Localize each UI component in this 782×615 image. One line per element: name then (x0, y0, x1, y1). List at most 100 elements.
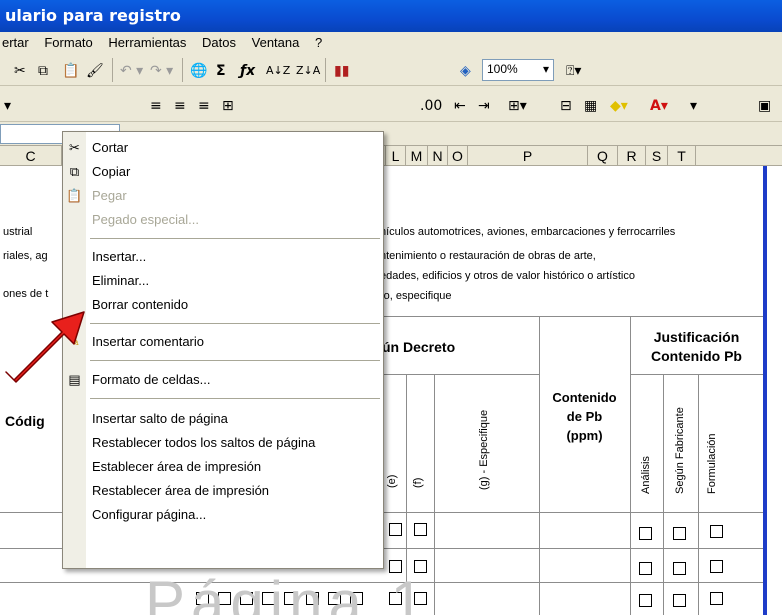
align-left-icon[interactable]: ≡ (150, 96, 162, 116)
col-header-q[interactable]: Q (588, 146, 618, 166)
paste-icon[interactable]: 📋 (62, 61, 79, 81)
menu-item-pegado-especial: Pegado especial... (63, 208, 383, 232)
checkbox[interactable] (414, 523, 427, 536)
menu-item-insertar-salto[interactable]: Insertar salto de página (63, 407, 383, 431)
menu-item-label: Formato de celdas... (92, 372, 211, 387)
menu-item-cortar[interactable]: ✂ Cortar (63, 136, 383, 160)
col-header-n[interactable]: N (428, 146, 448, 166)
grid-line (384, 374, 539, 375)
zoom-value: 100% (487, 62, 518, 76)
increase-decimal-icon[interactable]: .00 (420, 96, 442, 116)
col-header-o[interactable]: O (448, 146, 468, 166)
font-color-icon[interactable]: A▾ (650, 96, 668, 116)
hyperlink-icon[interactable]: 🌐 (190, 61, 207, 81)
sheet-text: ustrial (3, 226, 33, 238)
menu-item-label: Pegar (92, 188, 127, 203)
checkbox[interactable] (639, 527, 652, 540)
chart-wizard-icon[interactable]: ▮▮ (334, 61, 349, 81)
menu-item-label: Copiar (92, 164, 131, 179)
format-painter-icon[interactable]: 🖌 (86, 61, 104, 81)
justificacion-header: Justificación Contenido Pb (651, 329, 742, 364)
merge-cells-icon[interactable]: ⊞ (222, 96, 234, 116)
scissors-icon: ✂ (69, 140, 80, 155)
menu-datos[interactable]: Datos (202, 35, 236, 50)
fill-color-icon[interactable]: ◆▾ (610, 96, 628, 116)
decrease-indent-icon[interactable]: ⇤ (454, 96, 466, 116)
col-segun-fabricante-label: Según Fabricante (674, 407, 686, 494)
col-header-c[interactable]: C (0, 146, 62, 166)
menu-item-borrar-contenido[interactable]: Borrar contenido (63, 293, 383, 317)
col-header-r[interactable]: R (618, 146, 646, 166)
copy-icon[interactable]: ⧉ (38, 61, 48, 81)
col-header-m[interactable]: M (406, 146, 428, 166)
checkbox[interactable] (639, 594, 652, 607)
copy-icon: ⧉ (69, 164, 80, 179)
menu-help[interactable]: ? (315, 35, 322, 50)
font-size-dropdown-icon[interactable]: ▾ (4, 96, 11, 116)
menu-item-label: Restablecer área de impresión (92, 483, 270, 498)
function-icon[interactable]: ƒx (240, 61, 255, 81)
sheet-text: ro, especifique (380, 290, 452, 302)
page-break-line (763, 166, 767, 615)
checkbox[interactable] (673, 594, 686, 607)
grid-icon[interactable]: ▦ (584, 96, 597, 116)
autosum-icon[interactable]: Σ (216, 61, 226, 81)
help-icon[interactable]: ⍰▾ (566, 61, 581, 81)
toolbar-options-icon[interactable]: ▾ (690, 96, 697, 116)
cut-icon[interactable]: ✂ (14, 61, 26, 81)
borders-icon[interactable]: ⊞▾ (508, 96, 527, 116)
grid-line (698, 374, 699, 615)
checkbox[interactable] (639, 562, 652, 575)
paste-special-icon[interactable]: ▣ (758, 96, 771, 116)
menu-ventana[interactable]: Ventana (252, 35, 300, 50)
menu-item-eliminar[interactable]: Eliminar... (63, 269, 383, 293)
drawing-icon[interactable]: ◈ (460, 61, 471, 81)
checkbox[interactable] (710, 560, 723, 573)
zoom-select[interactable]: 100% ▾ (482, 59, 554, 81)
window-title: ulario para registro (5, 6, 181, 25)
menu-item-copiar[interactable]: ⧉ Copiar (63, 160, 383, 184)
menu-bar: ertar Formato Herramientas Datos Ventana… (0, 32, 782, 54)
table-icon[interactable]: ⊟ (560, 96, 572, 116)
menu-item-insertar-comentario[interactable]: ✎ Insertar comentario (63, 330, 383, 354)
menu-item-restablecer-saltos[interactable]: Restablecer todos los saltos de página (63, 431, 383, 455)
grid-line (539, 316, 540, 615)
checkbox[interactable] (710, 592, 723, 605)
decreto-header: ún Decreto (382, 339, 456, 355)
col-header-l[interactable]: L (386, 146, 406, 166)
menu-item-establecer-area[interactable]: Establecer área de impresión (63, 455, 383, 479)
contenido-pb-header: Contenido de Pb (ppm) (552, 390, 617, 443)
checkbox[interactable] (710, 525, 723, 538)
menu-item-label: Insertar... (92, 249, 147, 264)
menu-formato[interactable]: Formato (44, 35, 92, 50)
sort-desc-icon[interactable]: Z↓A (296, 61, 320, 81)
menu-herramientas[interactable]: Herramientas (108, 35, 186, 50)
undo-icon[interactable]: ↶ ▾ (120, 61, 143, 81)
menu-item-insertar[interactable]: Insertar... (63, 245, 383, 269)
col-header-p[interactable]: P (468, 146, 588, 166)
menu-insertar[interactable]: ertar (2, 35, 29, 50)
align-right-icon[interactable]: ≡ (198, 96, 210, 116)
window-title-bar[interactable]: ulario para registro (0, 0, 782, 32)
align-center-icon[interactable]: ≡ (174, 96, 186, 116)
sort-asc-icon[interactable]: A↓Z (266, 61, 290, 81)
menu-item-label: Cortar (92, 140, 129, 155)
menu-item-formato-celdas[interactable]: ▤ Formato de celdas... (63, 368, 383, 392)
menu-item-label: Borrar contenido (92, 297, 189, 312)
menu-item-restablecer-area[interactable]: Restablecer área de impresión (63, 479, 383, 503)
codigo-header: Códig (5, 413, 45, 429)
redo-icon[interactable]: ↷ ▾ (150, 61, 173, 81)
page-watermark: Página 1 (145, 569, 430, 615)
format-cells-icon: ▤ (68, 372, 81, 387)
increase-indent-icon[interactable]: ⇥ (478, 96, 490, 116)
sheet-text: hículos automotrices, aviones, embarcaci… (380, 226, 676, 238)
checkbox[interactable] (673, 527, 686, 540)
menu-item-label: Insertar salto de página (92, 411, 228, 426)
col-header-t[interactable]: T (668, 146, 696, 166)
checkbox[interactable] (389, 523, 402, 536)
checkbox[interactable] (673, 562, 686, 575)
sheet-text: riales, ag (3, 250, 48, 262)
menu-item-configurar-pagina[interactable]: Configurar página... (63, 503, 383, 527)
col-f-label: (f) (412, 477, 424, 488)
col-header-s[interactable]: S (646, 146, 668, 166)
